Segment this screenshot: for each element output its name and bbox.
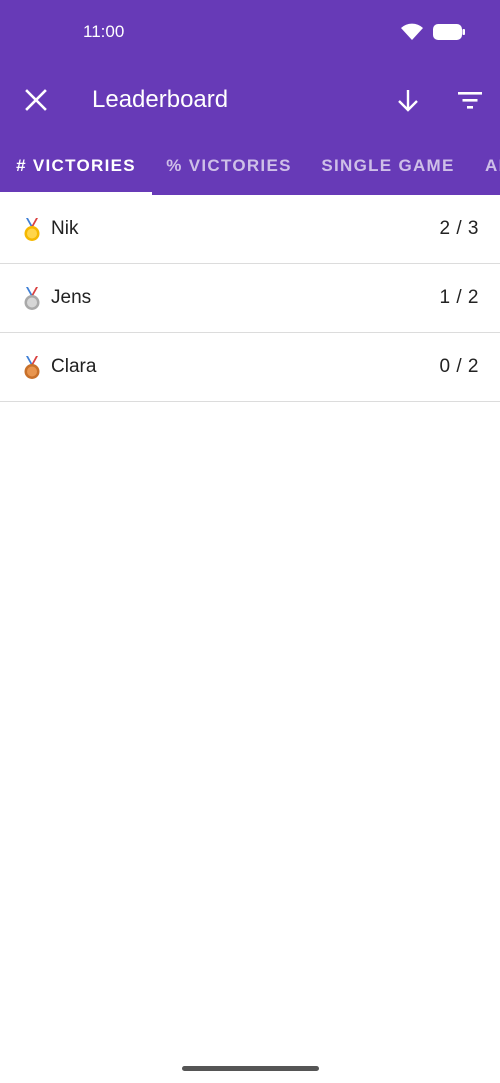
close-icon	[25, 89, 47, 111]
wifi-icon	[400, 22, 424, 47]
tab-bar: # VICTORIES % VICTORIES SINGLE GAME AI	[0, 136, 500, 195]
arrow-down-icon	[398, 90, 418, 112]
list-item[interactable]: Clara 0 / 2	[0, 333, 500, 402]
app-bar: 11:00 Leaderboard # VICTORIES % VICTORIE…	[0, 0, 500, 195]
close-button[interactable]	[16, 80, 56, 120]
player-score: 1 / 2	[439, 287, 479, 308]
leaderboard-screen: 11:00 Leaderboard # VICTORIES % VICTORIE…	[0, 0, 500, 1083]
player-score: 2 / 3	[439, 218, 479, 239]
player-name: Clara	[51, 356, 97, 377]
sort-button[interactable]	[388, 80, 428, 120]
list-item[interactable]: Jens 1 / 2	[0, 264, 500, 333]
list-item[interactable]: Nik 2 / 3	[0, 195, 500, 264]
tab-victories-count[interactable]: # VICTORIES	[0, 136, 152, 195]
player-score: 0 / 2	[439, 356, 479, 377]
filter-icon	[458, 92, 482, 109]
gold-medal-icon	[22, 218, 42, 242]
status-icons	[400, 22, 466, 47]
tab-single-game[interactable]: SINGLE GAME	[306, 136, 470, 195]
player-name: Nik	[51, 218, 79, 239]
battery-icon	[432, 22, 466, 47]
silver-medal-icon	[22, 287, 42, 311]
player-name: Jens	[51, 287, 92, 308]
bronze-medal-icon	[22, 356, 42, 380]
page-title: Leaderboard	[92, 86, 229, 113]
status-time: 11:00	[83, 22, 125, 41]
tab-victories-percent[interactable]: % VICTORIES	[152, 136, 306, 195]
home-indicator[interactable]	[182, 1066, 319, 1071]
tab-ai[interactable]: AI	[470, 136, 500, 195]
filter-button[interactable]	[450, 80, 490, 120]
leaderboard-list: Nik 2 / 3 Jens 1 / 2 Clara 0 / 2	[0, 195, 500, 402]
